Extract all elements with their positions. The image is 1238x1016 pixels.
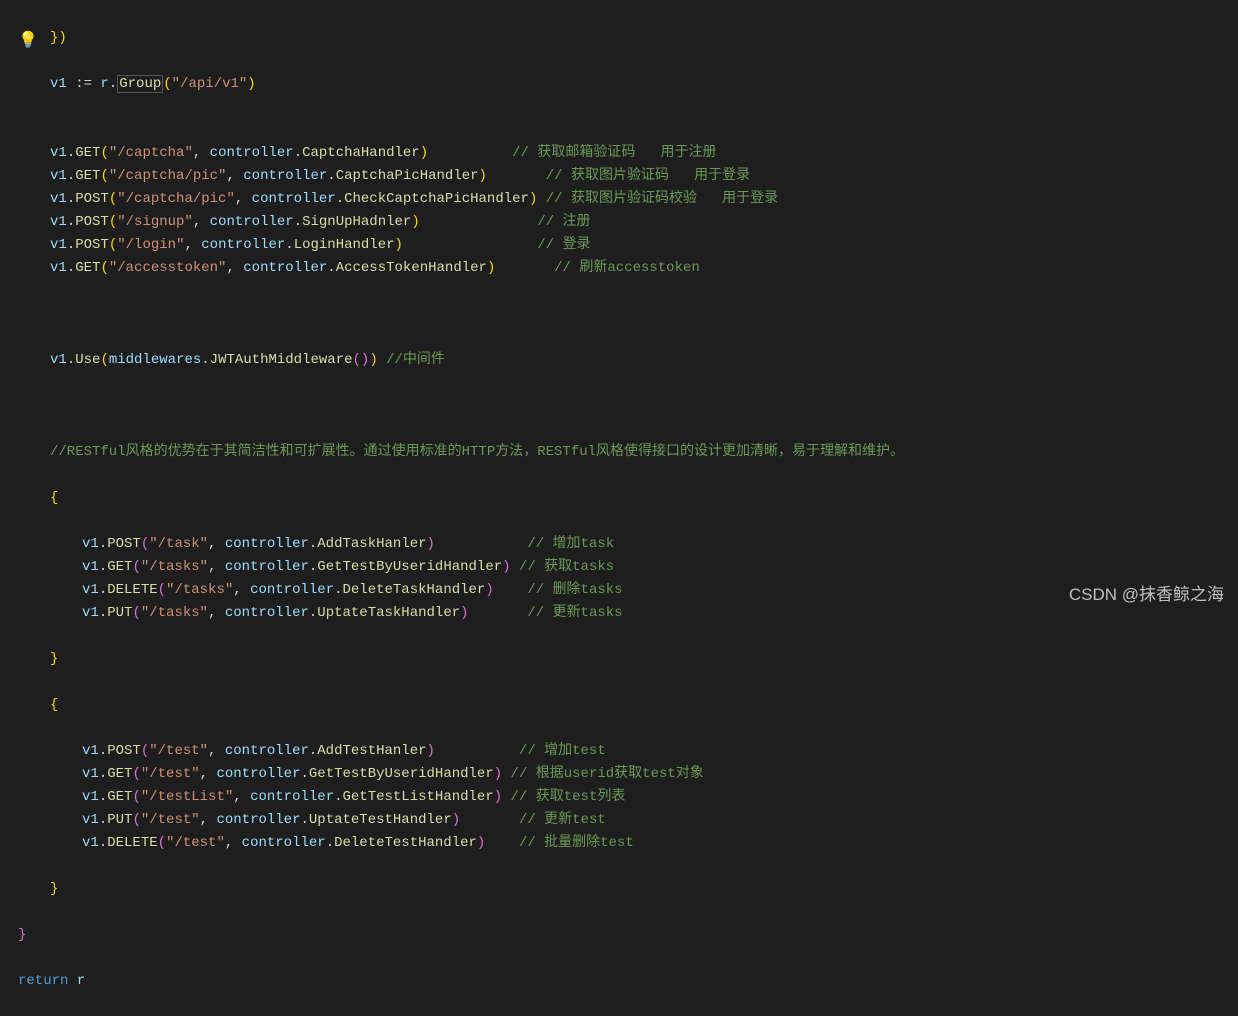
code-line: v1.POST("/test", controller.AddTestHanle… [10, 740, 1238, 763]
watermark: CSDN @抹香鲸之海 [1069, 583, 1224, 606]
code-line: return r [10, 970, 1238, 993]
code-line: v1 := r.Group("/api/v1") [10, 73, 1238, 96]
code-line: v1.POST("/signup", controller.SignUpHadn… [10, 211, 1238, 234]
code-line: } [10, 648, 1238, 671]
code-line: } [10, 878, 1238, 901]
lightbulb-icon[interactable]: 💡 [18, 30, 38, 53]
code-line: v1.POST("/login", controller.LoginHandle… [10, 234, 1238, 257]
code-line: v1.DELETE("/tasks", controller.DeleteTas… [10, 579, 1238, 602]
code-line: v1.GET("/captcha", controller.CaptchaHan… [10, 142, 1238, 165]
code-line: v1.PUT("/test", controller.UptateTestHan… [10, 809, 1238, 832]
code-line: v1.POST("/captcha/pic", controller.Check… [10, 188, 1238, 211]
code-line: v1.Use(middlewares.JWTAuthMiddleware()) … [10, 349, 1238, 372]
code-line: } [10, 924, 1238, 947]
code-line: v1.POST("/task", controller.AddTaskHanle… [10, 533, 1238, 556]
code-line: //RESTful风格的优势在于其简洁性和可扩展性。通过使用标准的HTTP方法，… [10, 441, 1238, 464]
code-line: }) [10, 27, 1238, 50]
code-line: v1.GET("/captcha/pic", controller.Captch… [10, 165, 1238, 188]
code-line: { [10, 694, 1238, 717]
code-line: v1.GET("/testList", controller.GetTestLi… [10, 786, 1238, 809]
code-line: v1.GET("/accesstoken", controller.Access… [10, 257, 1238, 280]
code-editor[interactable]: }) v1 := r.Group("/api/v1") v1.GET("/cap… [0, 0, 1238, 1016]
code-line: v1.DELETE("/test", controller.DeleteTest… [10, 832, 1238, 855]
code-line: v1.GET("/tasks", controller.GetTestByUse… [10, 556, 1238, 579]
code-line: { [10, 487, 1238, 510]
code-line: v1.GET("/test", controller.GetTestByUser… [10, 763, 1238, 786]
